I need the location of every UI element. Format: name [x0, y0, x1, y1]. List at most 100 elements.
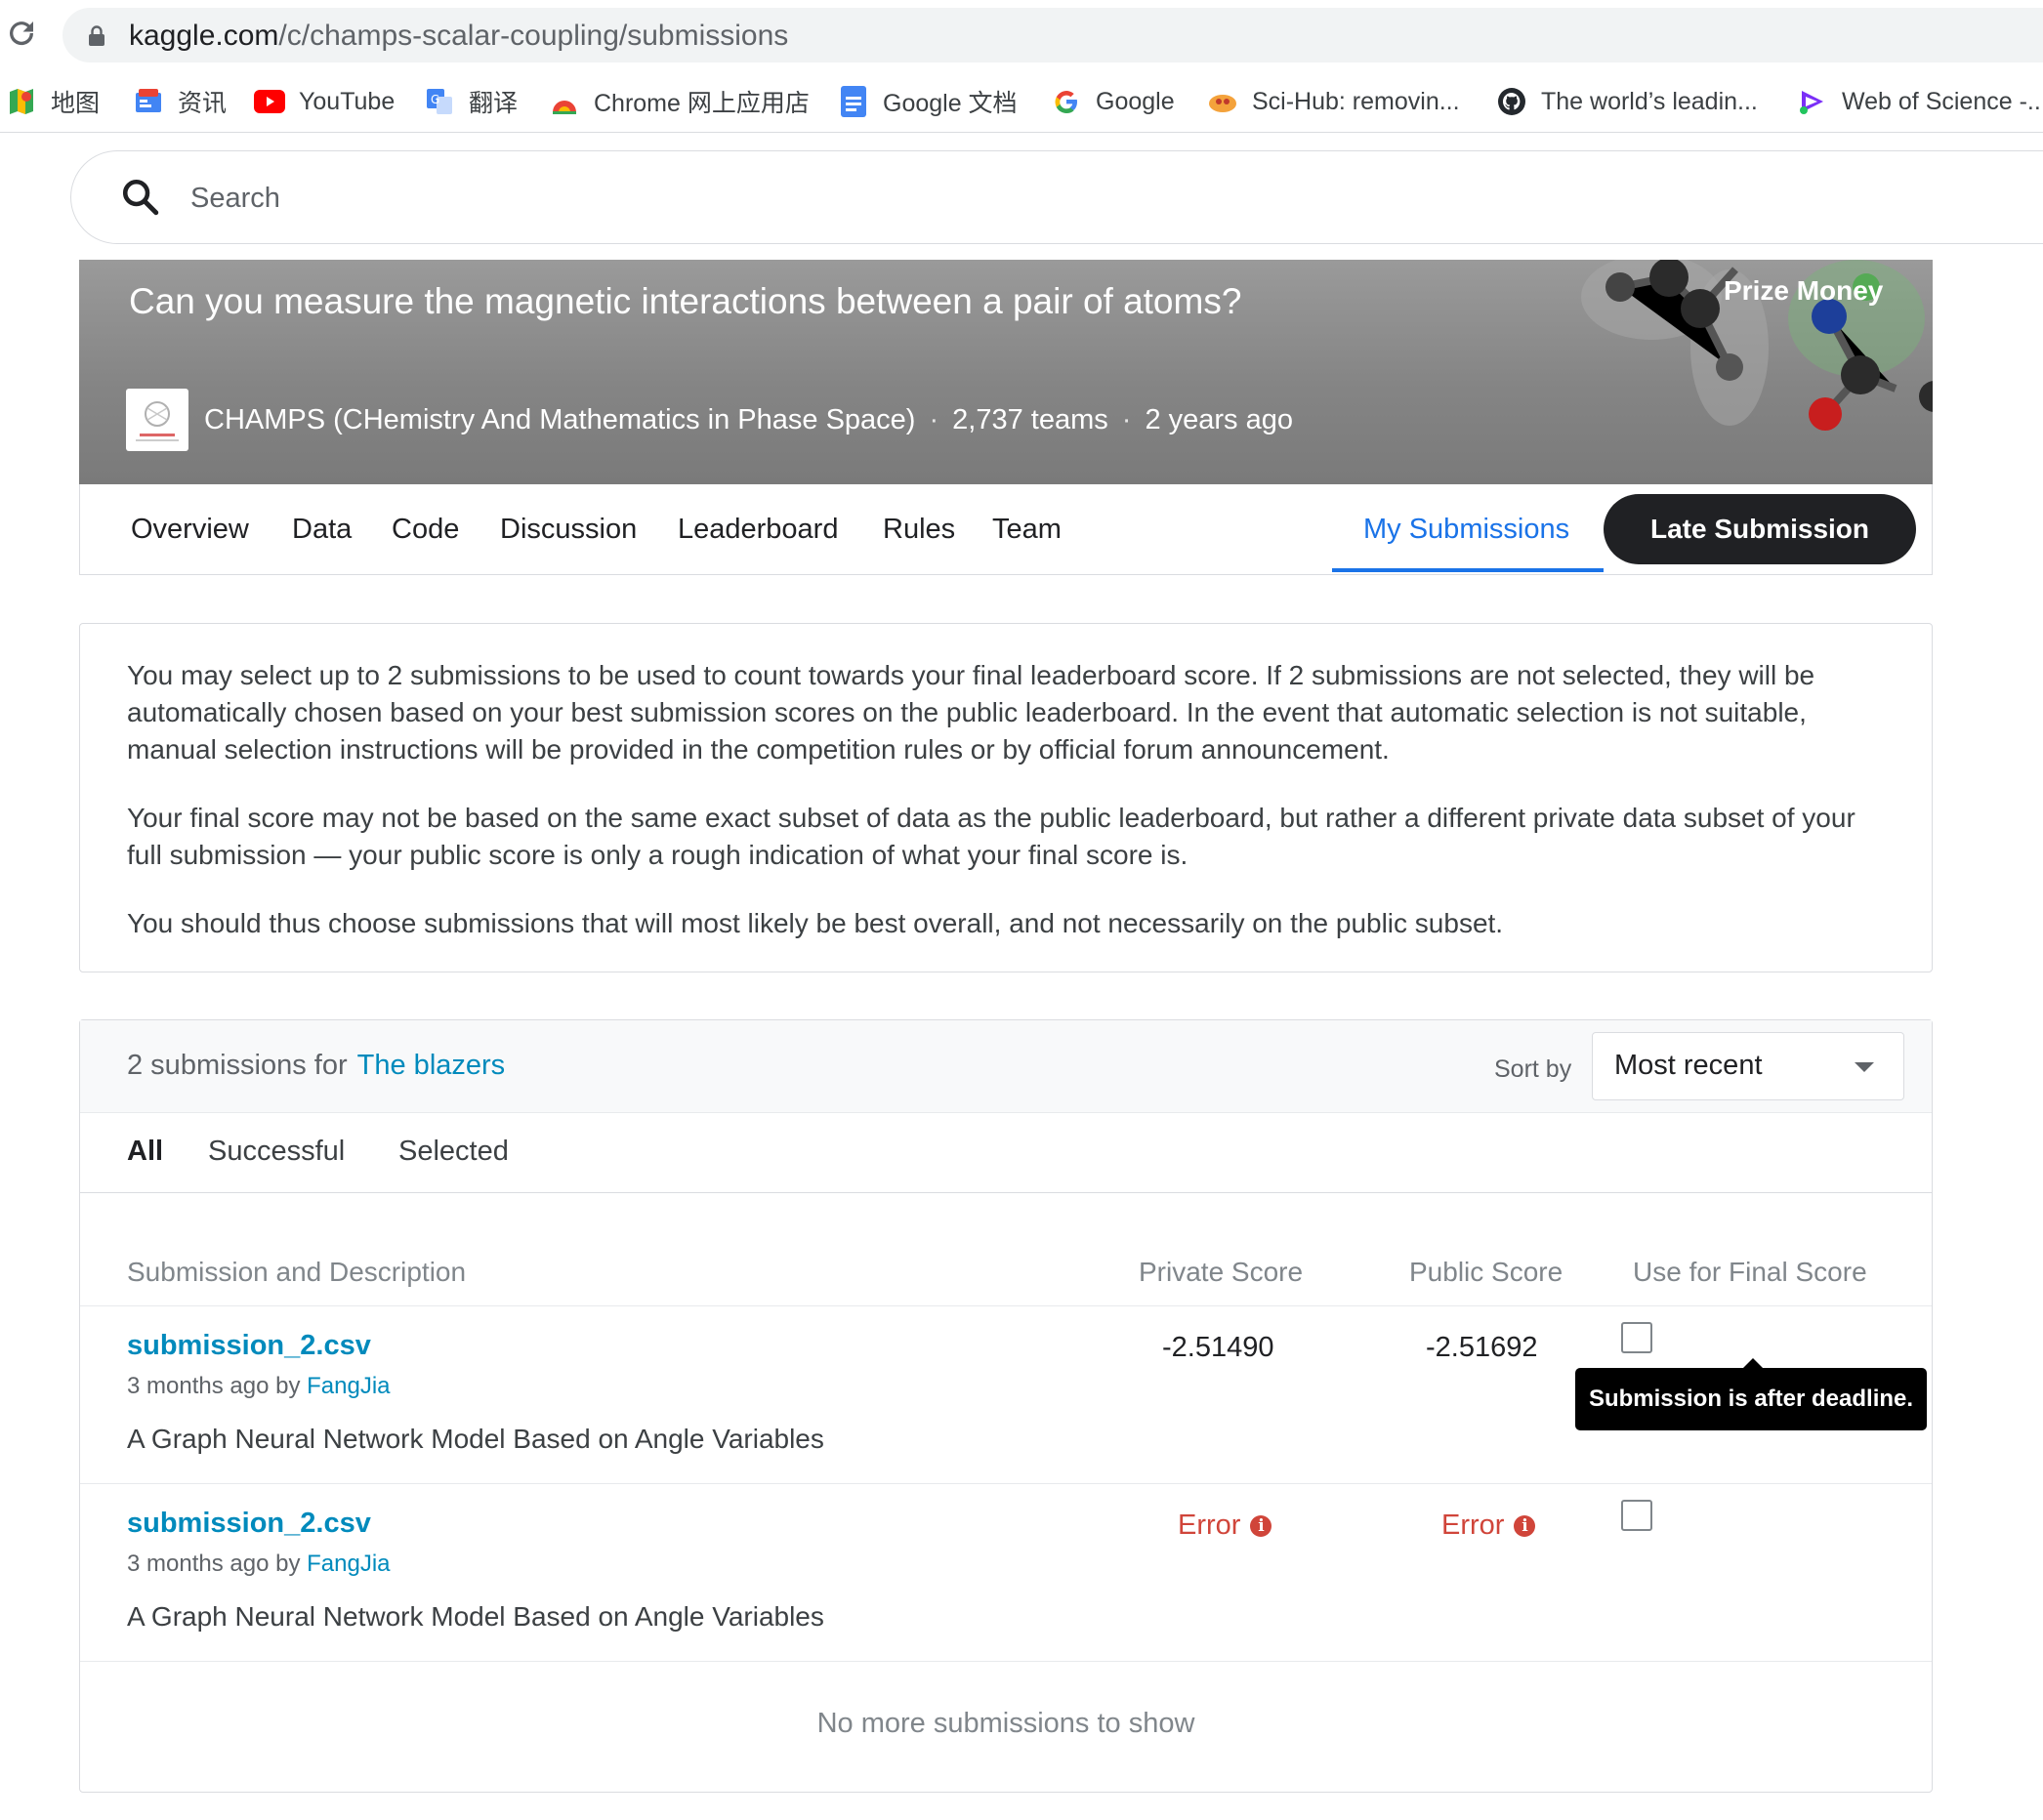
host-name[interactable]: CHAMPS (CHemistry And Mathematics in Pha… [204, 404, 915, 436]
filter-selected[interactable]: Selected [398, 1136, 509, 1168]
bookmark-youtube[interactable]: YouTube [254, 80, 395, 123]
bookmarks-bar: 地图 资讯 YouTube G 翻译 Chrome 网上应用店 Google 文… [0, 80, 2043, 123]
github-icon [1496, 86, 1527, 117]
svg-text:G: G [431, 93, 439, 106]
competition-header: Can you measure the magnetic interaction… [79, 260, 1933, 484]
bookmark-label: The world’s leadin... [1541, 87, 1758, 115]
active-tab-indicator [1332, 568, 1604, 572]
competition-age: 2 years ago [1145, 404, 1293, 435]
bookmark-chrome-webstore[interactable]: Chrome 网上应用店 [549, 80, 810, 123]
late-submission-button[interactable]: Late Submission [1604, 494, 1916, 564]
search-input[interactable] [188, 171, 1169, 226]
submission-meta: 3 months ago by FangJia [127, 1551, 391, 1578]
search-icon [122, 179, 159, 216]
submission-file-link[interactable]: submission_2.csv [127, 1330, 371, 1362]
no-more-submissions: No more submissions to show [816, 1708, 1195, 1739]
news-icon [133, 86, 164, 117]
scihub-icon [1207, 86, 1238, 117]
submission-count-text: 2 submissions for [127, 1050, 348, 1081]
tab-rules[interactable]: Rules [883, 514, 955, 546]
submission-description: A Graph Neural Network Model Based on An… [127, 1601, 824, 1632]
host-logo[interactable] [126, 389, 188, 451]
meta-separator: · [929, 404, 939, 435]
competition-meta: CHAMPS (CHemistry And Mathematics in Pha… [204, 404, 1293, 436]
bookmark-google-docs[interactable]: Google 文档 [838, 80, 1018, 123]
filter-all[interactable]: All [127, 1136, 163, 1168]
tab-team[interactable]: Team [992, 514, 1062, 546]
submissions-panel: 2 submissions for The blazers Sort by Mos… [79, 1019, 1933, 1793]
column-header-public-score: Public Score [1409, 1257, 1564, 1287]
submission-time: 3 months ago by [127, 1373, 301, 1399]
column-header-private-score: Private Score [1139, 1257, 1304, 1287]
address-bar[interactable]: kaggle.com/c/champs-scalar-coupling/subm… [63, 8, 2043, 62]
bookmark-news[interactable]: 资讯 [133, 80, 227, 123]
team-link[interactable]: The blazers [357, 1050, 506, 1081]
submission-filters: All Successful Selected [80, 1112, 1932, 1193]
column-header-description: Submission and Description [127, 1257, 467, 1287]
submission-info-panel: You may select up to 2 submissions to be… [79, 623, 1933, 972]
submission-count: 2 submissions for The blazers [127, 1050, 505, 1082]
google-icon [1051, 86, 1082, 117]
error-text: Error [1441, 1510, 1505, 1541]
bookmark-maps[interactable]: 地图 [6, 80, 100, 123]
search-bar[interactable] [70, 150, 2043, 244]
tab-data[interactable]: Data [292, 514, 352, 546]
browser-chrome: kaggle.com/c/champs-scalar-coupling/subm… [0, 0, 2043, 133]
tab-leaderboard[interactable]: Leaderboard [678, 514, 838, 546]
private-score: -2.51490 [1162, 1332, 1274, 1363]
chrome-divider [0, 132, 2043, 133]
tab-code[interactable]: Code [392, 514, 459, 546]
info-paragraph: You should thus choose submissions that … [127, 908, 1504, 938]
submissions-header: 2 submissions for The blazers Sort by Mos… [80, 1020, 1932, 1113]
submission-file-link[interactable]: submission_2.csv [127, 1508, 371, 1540]
lock-icon[interactable] [88, 25, 105, 47]
final-score-checkbox[interactable] [1621, 1500, 1652, 1531]
bookmark-label: 资讯 [178, 90, 228, 117]
author-link[interactable]: FangJia [307, 1551, 390, 1577]
bookmark-label: 翻译 [469, 90, 519, 117]
bookmark-label: YouTube [299, 87, 396, 115]
column-header-final-score: Use for Final Score [1633, 1257, 1867, 1287]
submission-description: A Graph Neural Network Model Based on An… [127, 1424, 824, 1454]
author-link[interactable]: FangJia [307, 1373, 390, 1399]
competition-subtitle: Can you measure the magnetic interaction… [129, 281, 1242, 321]
chevron-down-icon [1855, 1062, 1874, 1072]
meta-separator: · [1121, 404, 1132, 435]
team-count: 2,737 teams [952, 404, 1108, 435]
submission-time: 3 months ago by [127, 1551, 301, 1577]
bookmark-label: Google 文档 [883, 90, 1018, 117]
bookmark-scihub[interactable]: Sci-Hub: removin... [1207, 80, 1460, 123]
info-paragraph: Your final score may not be based on the… [127, 803, 1855, 870]
prize-money-label: Prize Money [1724, 275, 1884, 306]
public-score: -2.51692 [1426, 1332, 1538, 1363]
tab-overview[interactable]: Overview [131, 514, 249, 546]
info-icon[interactable]: i [1250, 1514, 1272, 1537]
tab-my-submissions[interactable]: My Submissions [1363, 514, 1569, 546]
deadline-tooltip: Submission is after deadline. [1575, 1358, 1927, 1430]
bookmark-label: Google [1096, 87, 1175, 115]
bookmark-label: Sci-Hub: removin... [1252, 87, 1460, 115]
info-icon[interactable]: i [1514, 1514, 1536, 1537]
bookmark-web-of-science[interactable]: Web of Science -... [1797, 80, 2043, 123]
url-text[interactable]: kaggle.com/c/champs-scalar-coupling/subm… [129, 20, 788, 53]
sort-value: Most recent [1614, 1050, 1763, 1081]
competition-tabs: Overview Data Code Discussion Leaderboar… [79, 484, 1933, 575]
final-score-checkbox[interactable] [1621, 1322, 1652, 1353]
public-score-error: Error i [1441, 1510, 1536, 1542]
error-text: Error [1178, 1510, 1241, 1541]
bookmark-label: Chrome 网上应用店 [594, 90, 810, 117]
sort-dropdown[interactable]: Most recent [1592, 1032, 1904, 1100]
bookmark-translate[interactable]: G 翻译 [424, 80, 518, 123]
tab-discussion[interactable]: Discussion [500, 514, 637, 546]
bookmark-google[interactable]: Google [1051, 80, 1175, 123]
google-docs-icon [838, 86, 869, 117]
web-of-science-icon [1797, 86, 1828, 117]
bookmark-label: Web of Science -... [1842, 87, 2043, 115]
divider [80, 1661, 1932, 1662]
private-score-error: Error i [1178, 1510, 1272, 1542]
translate-icon: G [424, 86, 455, 117]
reload-icon[interactable] [4, 16, 39, 51]
filter-successful[interactable]: Successful [208, 1136, 345, 1168]
youtube-icon [254, 86, 285, 117]
bookmark-github[interactable]: The world’s leadin... [1496, 80, 1758, 123]
